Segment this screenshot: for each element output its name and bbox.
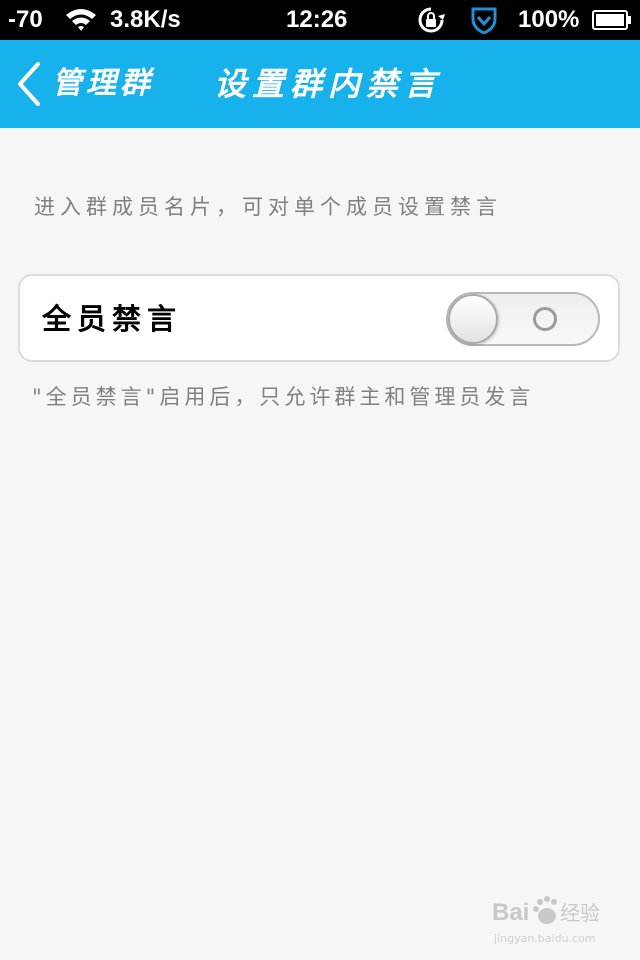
battery-icon: [592, 10, 631, 30]
back-label: 管理群: [52, 66, 154, 101]
battery-percent: 100%: [518, 6, 580, 33]
svg-text:Bai: Bai: [492, 899, 529, 926]
watermark-url: jingyan.baidu.com: [494, 932, 596, 945]
back-button[interactable]: 管理群: [10, 54, 170, 114]
mute-all-note: "全员禁言"启用后，只允许群主和管理员发言: [32, 385, 535, 409]
wifi-icon: [66, 9, 96, 31]
baidu-jingyan-watermark: Bai 经验 jingyan.baidu.com: [490, 888, 620, 950]
network-speed: 3.8K/s: [110, 6, 181, 33]
intro-text: 进入群成员名片，可对单个成员设置禁言: [34, 195, 502, 219]
status-bar: -70 3.8K/s 12:26 100%: [0, 0, 640, 40]
clock-time: 12:26: [286, 6, 348, 33]
chevron-left-icon: [18, 62, 40, 106]
nav-bar: 管理群 设置群内禁言: [0, 40, 640, 128]
rotation-lock-icon: [418, 7, 445, 33]
svg-text:经验: 经验: [560, 901, 600, 925]
signal-strength: -70: [8, 6, 43, 33]
mute-all-toggle[interactable]: [446, 292, 600, 346]
security-shield-icon: [471, 7, 497, 34]
toggle-knob: [448, 294, 498, 344]
baidu-logo-icon: Bai 经验: [492, 896, 600, 926]
mute-all-label: 全员禁言: [42, 302, 183, 336]
toggle-off-indicator-icon: [533, 307, 557, 331]
page-title: 设置群内禁言: [214, 65, 443, 103]
mute-all-setting-row: 全员禁言: [18, 274, 620, 362]
